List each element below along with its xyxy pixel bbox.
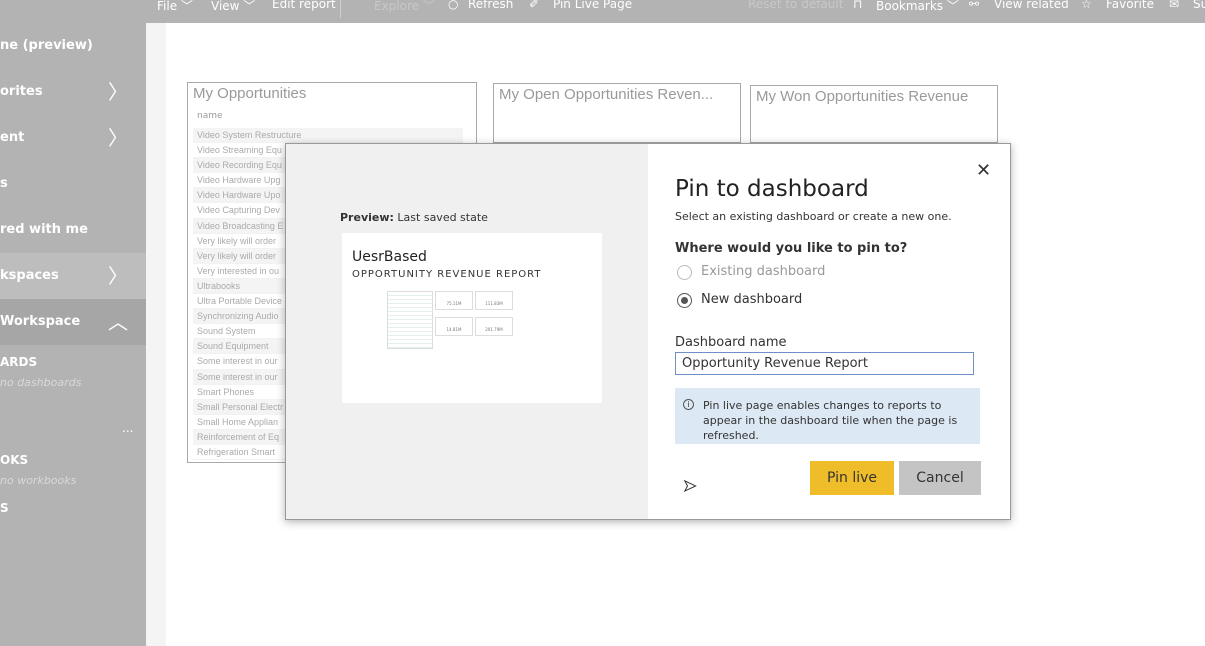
cancel-button[interactable]: Cancel — [899, 461, 981, 495]
report-toolbar: File ﹀ View ﹀ Edit report Explore ﹀ ○ Re… — [0, 0, 1205, 23]
sidebar-item-recent[interactable]: ent 〉 — [0, 115, 146, 161]
mail-icon: ✉ — [1169, 0, 1180, 11]
reset-to-default-button[interactable]: Reset to default — [748, 0, 843, 11]
mouse-cursor-icon: ➤ — [682, 476, 697, 496]
sidebar-item-favorites[interactable]: orites 〉 — [0, 69, 146, 115]
info-text: Pin live page enables changes to reports… — [703, 399, 958, 442]
tile-won-opportunities[interactable]: My Won Opportunities Revenue — [750, 85, 998, 143]
thumb-kpi-tile: 75.11M — [435, 291, 473, 310]
list-item[interactable]: Video System Restructure — [193, 128, 463, 144]
radio-label: New dashboard — [701, 292, 803, 307]
dashboard-name-input[interactable] — [675, 352, 974, 375]
pin-live-button[interactable]: Pin live — [810, 461, 894, 495]
thumb-list-tile — [387, 291, 433, 349]
favorite-button[interactable]: Favorite — [1106, 0, 1154, 11]
radio-label: Existing dashboard — [701, 264, 826, 279]
sidebar: ne (preview) orites 〉 ent 〉 s red with me … — [0, 23, 146, 646]
toolbar-divider — [340, 0, 341, 18]
sidebar-item-label: s — [0, 176, 8, 191]
radio-button[interactable] — [677, 265, 692, 280]
radio-existing-dashboard[interactable]: Existing dashboard — [677, 263, 877, 283]
view-related-icon: ⚯ — [969, 0, 980, 11]
explore-menu[interactable]: Explore ﹀ — [374, 0, 435, 14]
column-header-name[interactable]: name — [197, 111, 223, 121]
thumb-kpi-tile: 111.83M — [475, 291, 513, 310]
thumb-kpi-tile: 201.79M — [475, 317, 513, 336]
tile-title: My Open Opportunities Reven... — [499, 86, 714, 103]
refresh-icon[interactable]: ○ — [448, 0, 458, 11]
dialog-subtitle: Select an existing dashboard or create a… — [675, 210, 952, 223]
more-options-icon[interactable]: ... — [122, 421, 133, 435]
workbooks-empty: no workbooks — [0, 474, 77, 487]
chevron-right-icon: 〉 — [108, 80, 128, 104]
chevron-right-icon: 〉 — [108, 264, 128, 288]
close-icon[interactable]: ✕ — [976, 160, 991, 181]
pin-to-dashboard-dialog: Preview: Last saved state UesrBased OPPO… — [285, 143, 1011, 520]
pin-icon: ✐ — [529, 0, 540, 11]
radio-new-dashboard[interactable]: New dashboard — [677, 291, 877, 311]
report-preview-thumbnail: UesrBased OPPORTUNITY REVENUE REPORT 75.… — [342, 233, 602, 403]
dashboard-name-label: Dashboard name — [675, 335, 787, 350]
thumb-kpi-tile: 14.81M — [435, 317, 473, 336]
thumb-title: UesrBased — [352, 249, 427, 265]
chevron-up-icon: ︿ — [108, 310, 128, 334]
preview-panel: Preview: Last saved state UesrBased OPPO… — [286, 144, 648, 519]
sidebar-item-label: orites — [0, 84, 43, 99]
sidebar-item-label: red with me — [0, 222, 88, 237]
workbooks-header: OKS — [0, 453, 29, 467]
pin-live-page-button[interactable]: Pin Live Page — [553, 0, 632, 11]
canvas-gutter — [146, 23, 166, 646]
chevron-right-icon: 〉 — [108, 126, 128, 150]
tile-open-opportunities[interactable]: My Open Opportunities Reven... — [493, 83, 741, 143]
subscribe-button[interactable]: Su — [1193, 0, 1205, 11]
sidebar-item-workspaces[interactable]: kspaces 〉 — [0, 253, 146, 299]
refresh-button[interactable]: Refresh — [468, 0, 513, 11]
bookmarks-menu[interactable]: Bookmarks ﹀ — [876, 0, 959, 14]
sidebar-item-label: ne (preview) — [0, 38, 93, 53]
view-menu[interactable]: View ﹀ — [211, 0, 255, 14]
dashboards-empty: no dashboards — [0, 376, 82, 389]
info-message: i Pin live page enables changes to report… — [675, 388, 980, 444]
sidebar-item-home[interactable]: ne (preview) — [0, 23, 146, 69]
tile-title: My Opportunities — [193, 85, 307, 102]
radio-button[interactable] — [677, 293, 692, 308]
preview-label: Preview: Last saved state — [340, 211, 488, 224]
tile-title: My Won Opportunities Revenue — [756, 88, 969, 105]
sidebar-item-apps[interactable]: s — [0, 161, 146, 207]
sidebar-item-label: Workspace — [0, 314, 81, 329]
bookmark-icon: ⊓ — [853, 0, 863, 11]
pin-location-question: Where would you like to pin to? — [675, 241, 908, 256]
view-related-button[interactable]: View related — [994, 0, 1069, 11]
sidebar-item-shared-with-me[interactable]: red with me — [0, 207, 146, 253]
sidebar-item-label: kspaces — [0, 268, 59, 283]
star-icon: ☆ — [1081, 0, 1092, 11]
dashboards-header: ARDS — [0, 355, 38, 369]
info-icon: i — [683, 399, 694, 410]
thumb-subtitle: OPPORTUNITY REVENUE REPORT — [352, 269, 542, 280]
sidebar-item-my-workspace[interactable]: Workspace ︿ — [0, 299, 146, 345]
dialog-title: Pin to dashboard — [675, 176, 869, 202]
file-menu[interactable]: File ﹀ — [157, 0, 193, 14]
datasets-header: S — [0, 501, 9, 515]
sidebar-item-label: ent — [0, 130, 25, 145]
edit-report-button[interactable]: Edit report — [272, 0, 336, 11]
